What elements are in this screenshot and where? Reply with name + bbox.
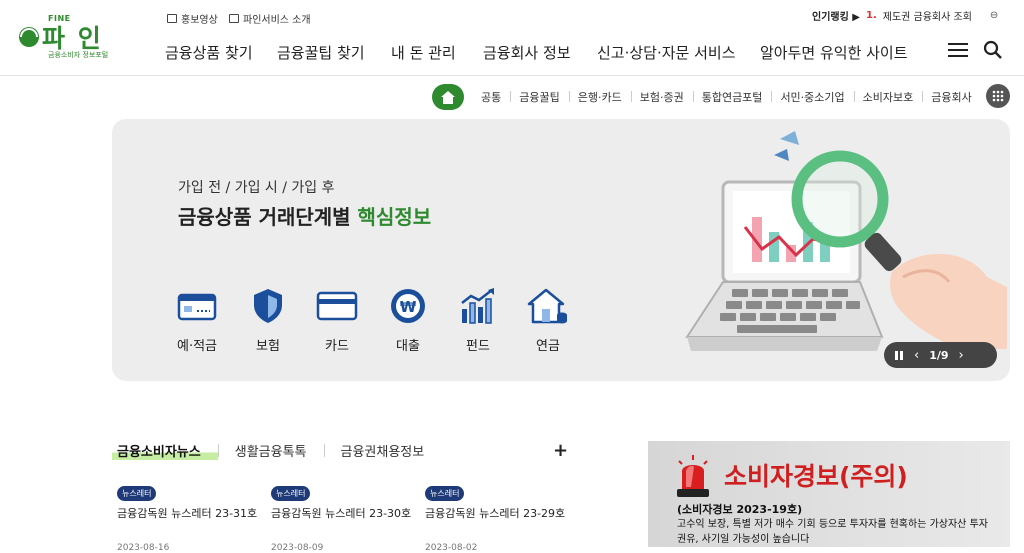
play-icon bbox=[167, 14, 177, 23]
hero-banner[interactable]: 가입 전 / 가입 시 / 가입 후 금융상품 거래단계별 핵심정보 예·적금 … bbox=[112, 119, 1010, 381]
category-consumer-protection[interactable]: 소비자보호 bbox=[853, 89, 923, 105]
news-date: 2023-08-09 bbox=[271, 543, 324, 553]
category-insurance-securities[interactable]: 보험·증권 bbox=[630, 89, 693, 105]
document-icon bbox=[229, 14, 239, 23]
news-title[interactable]: 금융감독원 뉴스레터 23-30호 bbox=[271, 505, 421, 521]
news-badge: 뉴스레터 bbox=[425, 486, 465, 501]
product-label: 펀드 bbox=[466, 339, 490, 354]
news-tabs: 금융소비자뉴스 생활금융톡톡 금융권채용정보 bbox=[112, 440, 441, 460]
product-label: 보험 bbox=[256, 339, 280, 354]
util-link-promo-video[interactable]: 홍보영상 bbox=[167, 11, 218, 26]
tab-life-finance[interactable]: 생활금융톡톡 bbox=[217, 441, 324, 460]
alert-subtitle: (소비자경보 2023-19호) bbox=[677, 503, 803, 516]
banner-title-highlight: 핵심정보 bbox=[357, 205, 432, 229]
banner-kicker: 가입 전 / 가입 시 / 가입 후 bbox=[178, 180, 335, 196]
product-label: 대출 bbox=[396, 339, 420, 354]
credit-card-icon bbox=[316, 291, 358, 321]
ranking-label: 인기랭킹 ▶ bbox=[812, 12, 860, 23]
bankbook-icon bbox=[177, 293, 217, 321]
product-fund[interactable]: 펀드 bbox=[448, 287, 508, 354]
product-card[interactable]: 카드 bbox=[307, 287, 367, 354]
next-arrow-icon[interactable]: › bbox=[959, 348, 964, 363]
category-bar: 공통 금융꿀팁 은행·카드 보험·증권 통합연금포털 서민·중소기업 소비자보호… bbox=[432, 84, 981, 110]
category-financial-company[interactable]: 금융회사 bbox=[922, 89, 980, 105]
ranking-number: 1. bbox=[865, 10, 877, 21]
site-logo[interactable]: FINE 파 인 금융소비자 정보포털 bbox=[18, 14, 118, 60]
nav-report-consult[interactable]: 신고·상담·자문 서비스 bbox=[597, 42, 736, 63]
category-bank-card[interactable]: 은행·카드 bbox=[568, 89, 631, 105]
news-item[interactable]: 뉴스레터 금융감독원 뉴스레터 23-31호 2023-08-16 bbox=[117, 481, 267, 553]
siren-icon bbox=[677, 455, 709, 497]
news-badge: 뉴스레터 bbox=[117, 486, 157, 501]
menu-icon[interactable] bbox=[948, 43, 968, 57]
alert-title: 소비자경보(주의) bbox=[724, 462, 908, 491]
laptop-magnifier-illustration bbox=[685, 131, 1007, 351]
nav-useful-sites[interactable]: 알아두면 유익한 사이트 bbox=[760, 42, 908, 63]
nav-tips-search[interactable]: 금융꿀팁 찾기 bbox=[277, 42, 365, 63]
util-link-label: 파인서비스 소개 bbox=[243, 15, 311, 26]
nav-my-money[interactable]: 내 돈 관리 bbox=[391, 42, 456, 63]
nav-company-info[interactable]: 금융회사 정보 bbox=[483, 42, 571, 63]
growth-chart-icon bbox=[461, 288, 494, 324]
prev-arrow-icon[interactable]: ‹ bbox=[914, 348, 919, 363]
svg-text:₩: ₩ bbox=[400, 298, 417, 316]
all-menu-grid-icon[interactable] bbox=[986, 84, 1010, 108]
category-tips[interactable]: 금융꿀팁 bbox=[510, 89, 568, 105]
product-label: 카드 bbox=[325, 339, 349, 354]
news-title[interactable]: 금융감독원 뉴스레터 23-31호 bbox=[117, 505, 267, 521]
news-item[interactable]: 뉴스레터 금융감독원 뉴스레터 23-30호 2023-08-09 bbox=[271, 481, 421, 553]
news-badge: 뉴스레터 bbox=[271, 486, 311, 501]
tab-consumer-news[interactable]: 금융소비자뉴스 bbox=[112, 440, 218, 460]
nav-product-search[interactable]: 금융상품 찾기 bbox=[165, 42, 253, 63]
product-label: 예·적금 bbox=[176, 339, 217, 354]
banner-title: 금융상품 거래단계별 핵심정보 bbox=[178, 201, 431, 230]
alert-body: 고수익 보장, 특별 저가 매수 기회 등으로 투자자를 현혹하는 가상자산 투… bbox=[677, 519, 988, 545]
site-header: FINE 파 인 금융소비자 정보포털 홍보영상 파인서비스 소개 인기랭킹 ▶… bbox=[0, 0, 1024, 76]
slide-page-indicator: 1/9 bbox=[929, 348, 949, 362]
news-item[interactable]: 뉴스레터 금융감독원 뉴스레터 23-29호 2023-08-02 bbox=[425, 481, 575, 553]
product-insurance[interactable]: 보험 bbox=[238, 287, 298, 354]
logo-mark-icon bbox=[19, 27, 39, 47]
home-icon[interactable] bbox=[432, 84, 464, 110]
product-loan[interactable]: ₩ 대출 bbox=[378, 287, 438, 354]
category-smb[interactable]: 서민·중소기업 bbox=[771, 89, 853, 105]
pause-icon[interactable] bbox=[894, 350, 904, 361]
tab-job-info[interactable]: 금융권채용정보 bbox=[323, 441, 442, 460]
consumer-alert-banner[interactable]: 소비자경보(주의) (소비자경보 2023-19호) 고수익 보장, 특별 저가… bbox=[648, 441, 1010, 547]
won-coin-icon: ₩ bbox=[391, 289, 425, 323]
category-common[interactable]: 공통 bbox=[472, 89, 510, 105]
category-pension-portal[interactable]: 통합연금포털 bbox=[692, 89, 772, 105]
shield-icon bbox=[254, 289, 282, 323]
news-title[interactable]: 금융감독원 뉴스레터 23-29호 bbox=[425, 505, 575, 521]
banner-title-main: 금융상품 거래단계별 bbox=[178, 205, 351, 229]
ranking-toggle-icon[interactable]: ⊖ bbox=[990, 10, 998, 21]
more-button[interactable]: + bbox=[553, 440, 568, 461]
product-label: 연금 bbox=[536, 339, 560, 354]
house-savings-icon bbox=[527, 288, 567, 324]
util-link-label: 홍보영상 bbox=[181, 15, 218, 26]
news-date: 2023-08-02 bbox=[425, 543, 478, 553]
ranking-item[interactable]: 제도권 금융회사 조회 bbox=[883, 8, 972, 23]
search-icon[interactable] bbox=[983, 40, 1003, 60]
popular-ranking[interactable]: 인기랭킹 ▶ 1. 제도권 금융회사 조회 ⊖ bbox=[812, 8, 998, 23]
news-date: 2023-08-16 bbox=[117, 543, 170, 553]
product-deposit[interactable]: 예·적금 bbox=[167, 287, 227, 354]
logo-subtitle: 금융소비자 정보포털 bbox=[48, 51, 109, 59]
slider-control: ‹ 1/9 › bbox=[884, 342, 997, 368]
util-link-service-intro[interactable]: 파인서비스 소개 bbox=[229, 11, 311, 26]
product-pension[interactable]: 연금 bbox=[518, 287, 578, 354]
